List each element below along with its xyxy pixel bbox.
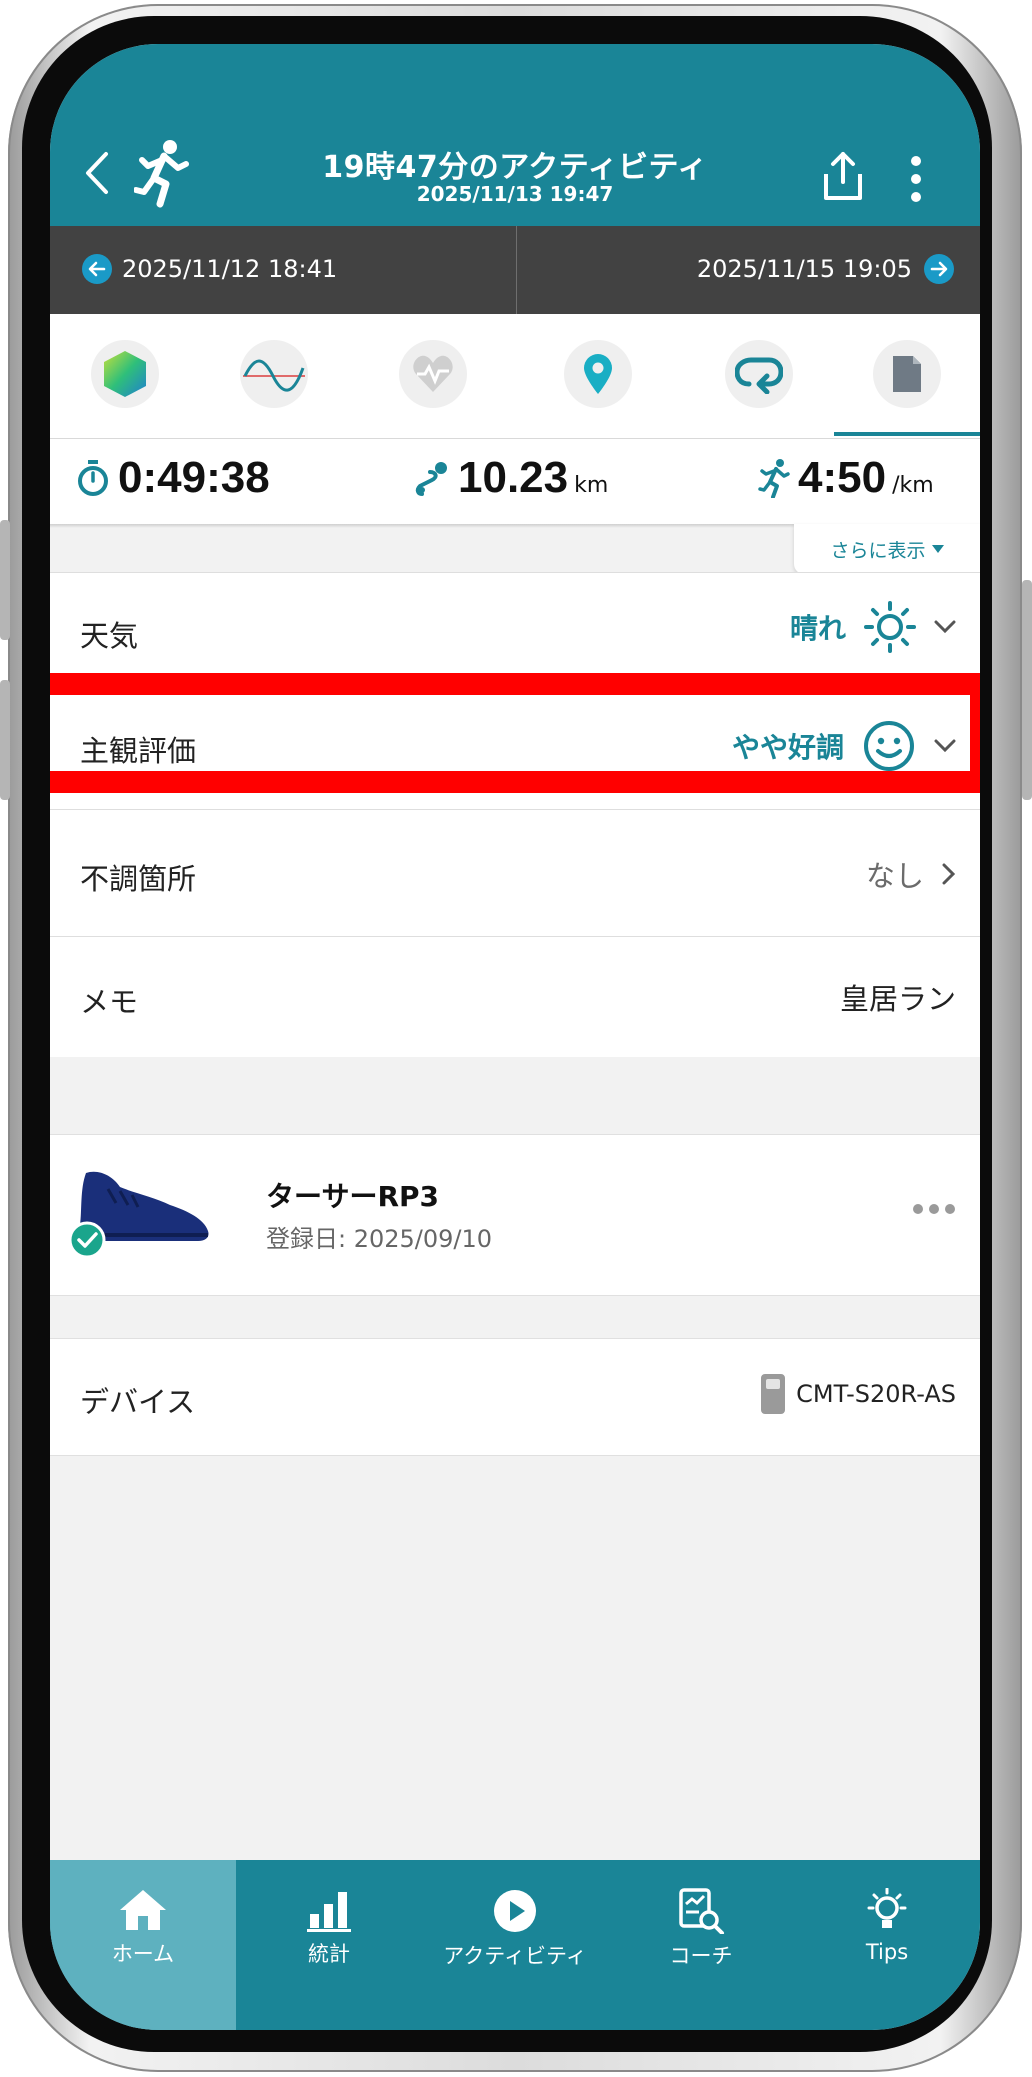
active-tab-indicator [834, 432, 980, 436]
tab-laps[interactable] [725, 340, 793, 408]
stat-distance: 10.23 km [414, 453, 608, 503]
memo-row[interactable]: メモ 皇居ラン [50, 937, 980, 1057]
pace-unit: /km [892, 473, 934, 498]
tab-details[interactable] [873, 340, 941, 408]
arrow-left-icon [82, 254, 112, 284]
nav-tips-label: Tips [865, 1940, 909, 1964]
page-title: 19時47分のアクティビティ [322, 150, 708, 185]
shoe-registered-date: 登録日: 2025/09/10 [266, 1225, 493, 1253]
weather-row[interactable]: 天気 晴れ [50, 573, 980, 682]
share-icon[interactable] [820, 150, 866, 202]
back-icon[interactable] [82, 148, 112, 198]
distance-value: 10.23 [458, 453, 569, 502]
heart-rate-icon [413, 355, 453, 392]
map-pin-icon [584, 354, 612, 394]
bottom-navigation: ホーム 統計 アクティビティ コーチ Tips [50, 1860, 980, 2030]
weather-label: 天気 [80, 619, 139, 653]
stat-pace: 4:50 /km [758, 453, 934, 503]
volume-down-button [0, 680, 10, 800]
device-card[interactable]: デバイス CMT-S20R-AS [50, 1338, 980, 1456]
highlight-box [50, 673, 980, 793]
hexagon-icon [104, 351, 146, 397]
check-circle-icon [68, 1221, 106, 1259]
volume-up-button [0, 520, 10, 640]
document-icon [893, 356, 921, 392]
previous-activity-date: 2025/11/12 18:41 [122, 255, 338, 283]
pace-value: 4:50 [798, 453, 887, 502]
nav-stats[interactable]: 統計 [236, 1860, 422, 2030]
next-activity-button[interactable]: 2025/11/15 19:05 [697, 254, 954, 284]
date-navigation-bar: 2025/11/12 18:41 2025/11/15 19:05 [50, 226, 980, 314]
wave-chart-icon [243, 359, 305, 392]
arrow-right-icon [924, 254, 954, 284]
next-activity-date: 2025/11/15 19:05 [696, 255, 912, 283]
nav-home-label: ホーム [111, 1942, 175, 1966]
stopwatch-icon [78, 460, 108, 496]
runner-pace-icon [758, 459, 790, 498]
tab-summary[interactable] [91, 340, 159, 408]
shoe-name: ターサーRP3 [266, 1180, 440, 1213]
nav-stats-label: 統計 [308, 1942, 350, 1966]
nav-home[interactable]: ホーム [50, 1860, 236, 2030]
previous-activity-button[interactable]: 2025/11/12 18:41 [82, 254, 337, 284]
weather-value-group: 晴れ [790, 597, 956, 657]
summary-stats: 0:49:38 10.23 km 4:50 /km [50, 438, 980, 525]
show-more-button[interactable]: さらに表示 [794, 524, 980, 574]
power-button [1022, 580, 1032, 800]
tab-heart-rate[interactable] [399, 340, 467, 408]
memo-value: 皇居ラン [839, 982, 956, 1016]
more-horizontal-icon[interactable] [912, 1203, 956, 1215]
app-bar: 19時47分のアクティビティ 2025/11/13 19:47 [50, 44, 980, 226]
more-menu-icon[interactable] [908, 154, 924, 204]
device-label: デバイス [80, 1385, 196, 1419]
lightbulb-icon [867, 1888, 907, 1928]
home-icon [120, 1890, 166, 1930]
discomfort-value-group: なし [866, 844, 956, 904]
device-value-group: CMT-S20R-AS [760, 1373, 956, 1415]
tab-map[interactable] [564, 340, 632, 408]
nav-coach[interactable]: コーチ [608, 1860, 794, 2030]
nav-tips[interactable]: Tips [794, 1860, 980, 2030]
chevron-down-icon [934, 620, 956, 634]
shoe-card[interactable]: ターサーRP3 登録日: 2025/09/10 [50, 1134, 980, 1296]
memo-value-group: 皇居ラン [840, 967, 956, 1027]
loop-icon [735, 357, 783, 394]
memo-label: メモ [80, 985, 139, 1019]
distance-unit: km [574, 473, 609, 498]
duration-value: 0:49:38 [118, 453, 270, 502]
running-icon [134, 140, 189, 208]
condition-list: 天気 晴れ 主観評価 やや好調 不調箇所 なし メモ 皇居ラン [50, 572, 980, 1057]
chevron-right-icon [942, 863, 956, 885]
nav-activity-label: アクティビティ [443, 1944, 587, 1968]
discomfort-value: なし [865, 859, 924, 893]
weather-value: 晴れ [789, 612, 846, 645]
date-divider [516, 226, 517, 314]
discomfort-row[interactable]: 不調箇所 なし [50, 810, 980, 937]
bar-chart-icon [307, 1892, 351, 1932]
page-subtitle: 2025/11/13 19:47 [416, 182, 614, 206]
show-more-label: さらに表示 [830, 539, 926, 562]
nav-coach-label: コーチ [669, 1944, 733, 1968]
sun-icon [864, 601, 916, 653]
caret-down-icon [931, 545, 944, 553]
activity-tabs [50, 314, 980, 438]
stat-duration: 0:49:38 [76, 453, 270, 503]
coach-report-icon [679, 1888, 724, 1934]
discomfort-label: 不調箇所 [80, 862, 197, 896]
app-screen: 19時47分のアクティビティ 2025/11/13 19:47 2025/11/… [50, 44, 980, 2030]
device-value: CMT-S20R-AS [796, 1380, 956, 1408]
tab-graph[interactable] [240, 340, 308, 408]
device-icon [761, 1374, 786, 1414]
distance-icon [415, 462, 447, 496]
play-circle-icon [494, 1890, 536, 1932]
nav-activity[interactable]: アクティビティ [422, 1860, 608, 2030]
